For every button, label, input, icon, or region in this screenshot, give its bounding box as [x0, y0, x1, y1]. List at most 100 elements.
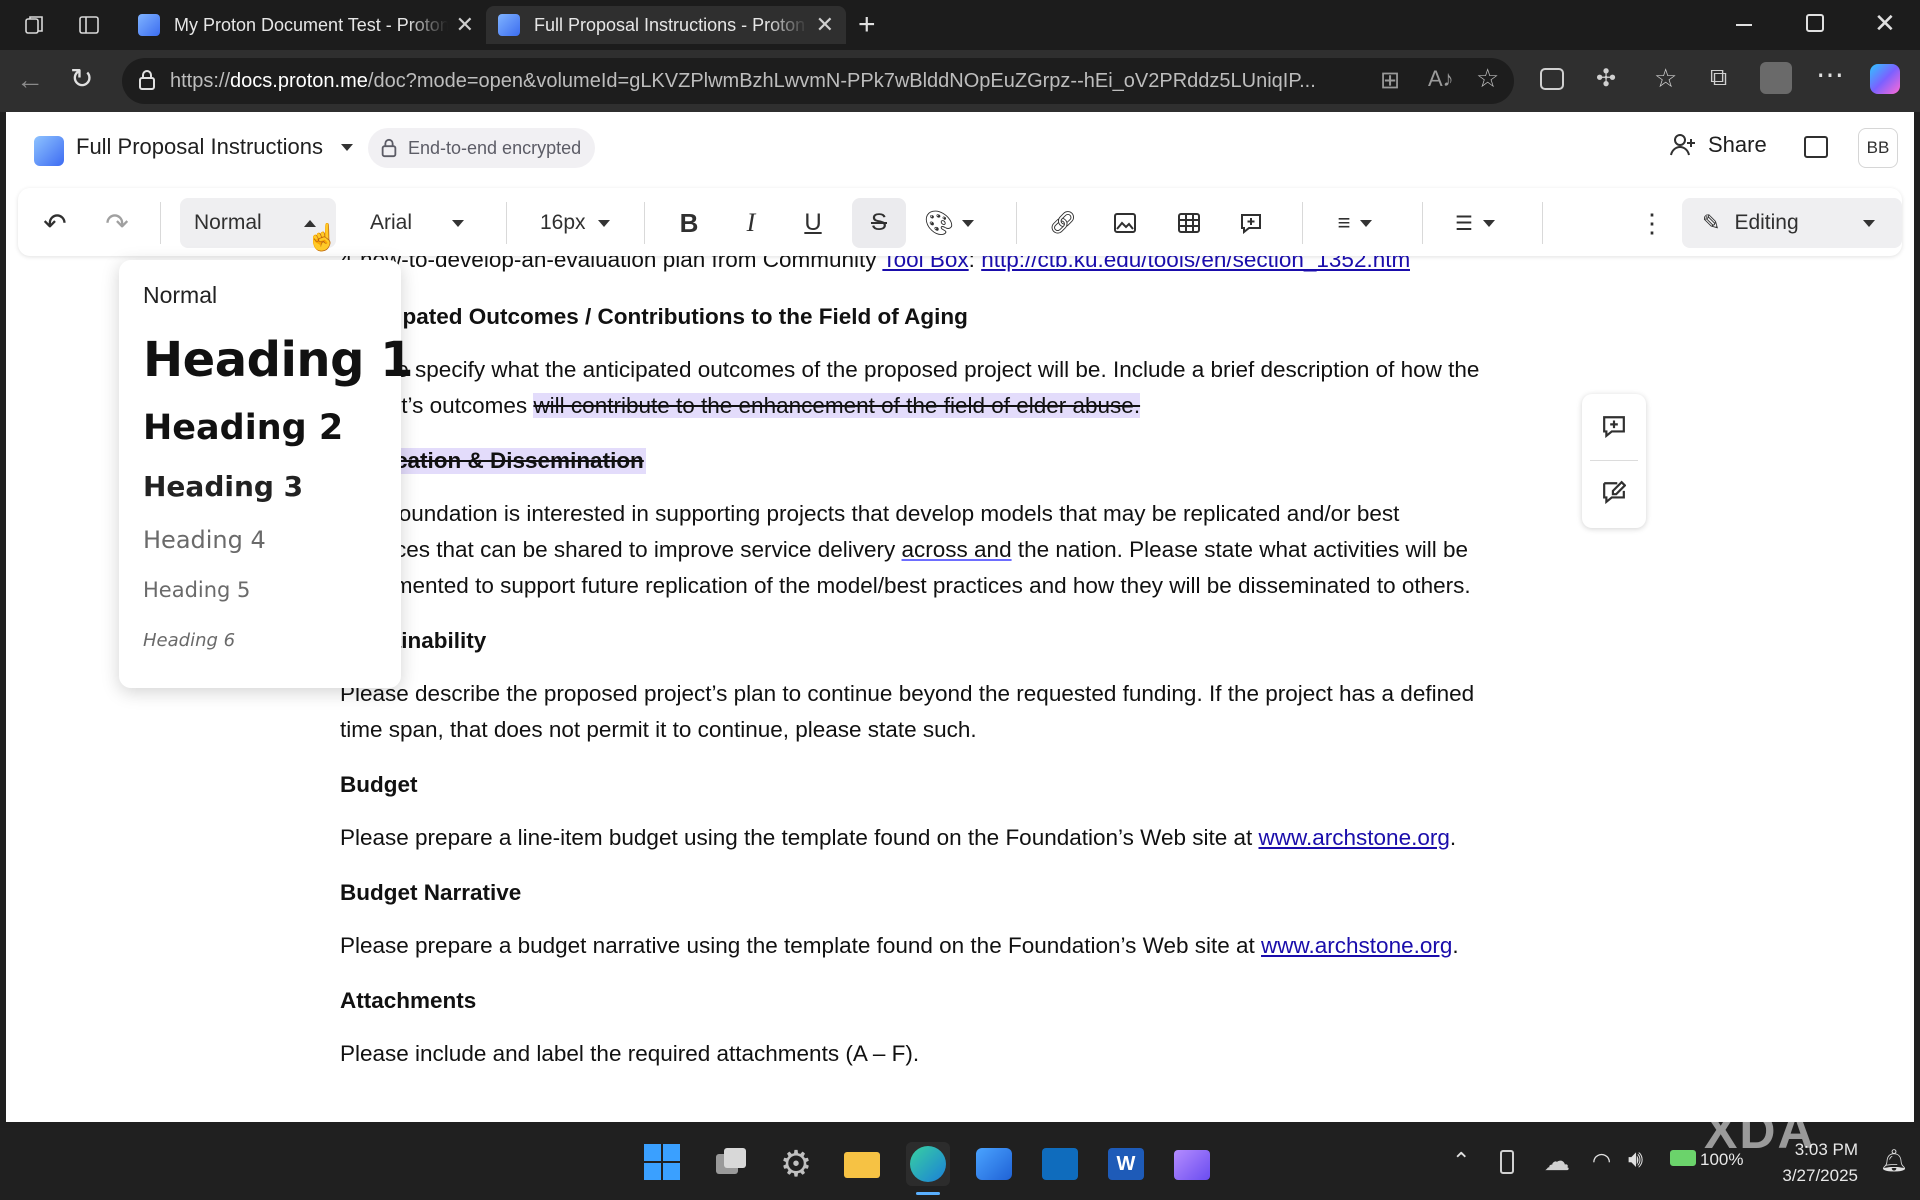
- block-style-value: Normal: [194, 211, 262, 234]
- budget-narrative-paragraph: Please prepare a budget narrative using …: [340, 928, 1459, 964]
- minimize-icon[interactable]: [1736, 12, 1760, 36]
- settings-gear-icon[interactable]: ⚙: [774, 1142, 818, 1186]
- heading-budget: Budget: [340, 772, 418, 797]
- edge-browser-icon[interactable]: [906, 1142, 950, 1195]
- encryption-badge: End-to-end encrypted: [368, 128, 596, 168]
- comments-icon[interactable]: [1804, 136, 1828, 158]
- extensions-icon[interactable]: ✣: [1596, 64, 1616, 93]
- onedrive-cloud-icon[interactable]: ☁: [1544, 1146, 1570, 1177]
- volume-icon[interactable]: 🔊︎: [1628, 1146, 1643, 1174]
- task-view-icon[interactable]: [708, 1142, 752, 1186]
- close-tab-icon[interactable]: ✕: [816, 12, 834, 38]
- checklist-icon: ☰: [1455, 212, 1473, 235]
- url-field[interactable]: https://docs.proton.me/doc?mode=open&vol…: [122, 58, 1514, 104]
- chevron-down-icon: [597, 219, 610, 227]
- notifications-bell-icon[interactable]: 🔔︎: [1880, 1148, 1908, 1174]
- battery-icon[interactable]: [1670, 1150, 1696, 1166]
- style-option-heading-1[interactable]: Heading 1: [143, 332, 414, 388]
- tab-full-proposal-instructions[interactable]: Full Proposal Instructions - Proton ✕: [486, 6, 846, 44]
- new-tab-button[interactable]: +: [858, 8, 876, 42]
- more-options-icon[interactable]: ⋮: [1634, 198, 1670, 248]
- outcomes-paragraph-line-2: project’s outcomes will contribute to th…: [340, 388, 1141, 424]
- proton-docs-favicon-icon: [138, 14, 160, 36]
- italic-button[interactable]: I: [726, 198, 776, 248]
- tab-title: Full Proposal Instructions - Proton: [534, 14, 806, 35]
- list-button[interactable]: ☰: [1444, 198, 1506, 248]
- style-option-heading-6[interactable]: Heading 6: [143, 630, 235, 651]
- document-title-menu[interactable]: Full Proposal Instructions: [76, 134, 353, 160]
- style-option-heading-5[interactable]: Heading 5: [143, 578, 250, 602]
- undo-icon[interactable]: ↶: [32, 198, 78, 248]
- add-comment-icon[interactable]: [1602, 414, 1626, 443]
- avatar[interactable]: BB: [1858, 128, 1898, 168]
- chevron-down-icon: [1360, 219, 1373, 227]
- url-host: docs.proton.me: [230, 69, 368, 92]
- workspaces-icon[interactable]: [22, 12, 48, 38]
- favorites-icon[interactable]: ☆: [1654, 63, 1677, 94]
- font-family-select[interactable]: Arial: [358, 198, 478, 248]
- url-prefix: https://: [170, 69, 231, 92]
- tab-my-proton-document[interactable]: My Proton Document Test - Proton ✕: [126, 6, 486, 44]
- tab-title: My Proton Document Test - Proton: [174, 14, 448, 35]
- reload-icon[interactable]: ↻: [70, 62, 93, 95]
- chevron-up-icon[interactable]: ⌃: [1452, 1148, 1470, 1174]
- suggest-edit-icon[interactable]: [1602, 480, 1627, 509]
- heading-anticipated-outcomes: Anticipated Outcomes / Contributions to …: [340, 304, 968, 329]
- files-app-icon[interactable]: [1170, 1142, 1214, 1186]
- style-option-normal[interactable]: Normal: [143, 282, 217, 309]
- clock-date[interactable]: 3/27/2025: [1766, 1166, 1858, 1186]
- style-option-heading-3[interactable]: Heading 3: [143, 470, 303, 503]
- favorite-star-icon[interactable]: ☆: [1476, 63, 1499, 94]
- archstone-link[interactable]: www.archstone.org: [1259, 825, 1450, 850]
- copilot-icon[interactable]: [1870, 64, 1900, 94]
- outlook-new-icon[interactable]: [972, 1142, 1016, 1186]
- usb-device-icon[interactable]: [1500, 1150, 1514, 1174]
- lock-icon[interactable]: [138, 69, 156, 91]
- app-available-icon[interactable]: ⊞: [1380, 66, 1400, 95]
- tab-actions-icon[interactable]: [76, 12, 102, 38]
- restore-icon[interactable]: [1806, 14, 1824, 32]
- bold-button[interactable]: B: [664, 198, 714, 248]
- xda-watermark: XDA: [1704, 1103, 1816, 1159]
- image-icon[interactable]: [1100, 198, 1150, 248]
- attachments-paragraph: Please include and label the required at…: [340, 1041, 920, 1066]
- file-explorer-icon[interactable]: [840, 1142, 884, 1186]
- encryption-badge-label: End-to-end encrypted: [408, 137, 582, 158]
- back-icon[interactable]: ←: [16, 64, 44, 96]
- close-window-icon[interactable]: ✕: [1874, 8, 1896, 39]
- start-icon[interactable]: [642, 1142, 686, 1186]
- align-left-icon: ≡: [1337, 210, 1351, 235]
- style-option-heading-2[interactable]: Heading 2: [143, 408, 343, 448]
- font-size-select[interactable]: 16px: [528, 198, 618, 248]
- chevron-down-icon: [962, 219, 975, 227]
- redo-icon[interactable]: ↷: [94, 198, 140, 248]
- windows-taskbar: ⚙ W ⌃ ☁ ◠ 🔊︎ 100% 3:03 PM 3/27/2025 🔔︎ X…: [0, 1103, 1920, 1200]
- archstone-link[interactable]: www.archstone.org: [1261, 933, 1452, 958]
- pencil-icon: ✎: [1702, 210, 1721, 235]
- editing-mode-select[interactable]: ✎ Editing: [1682, 198, 1902, 248]
- close-tab-icon[interactable]: ✕: [456, 12, 474, 38]
- share-button[interactable]: Share: [1670, 132, 1767, 158]
- style-option-heading-4[interactable]: Heading 4: [143, 526, 266, 554]
- link-icon[interactable]: 🔗︎: [1038, 198, 1088, 248]
- underline-button[interactable]: U: [788, 198, 838, 248]
- read-aloud-icon[interactable]: A♪: [1428, 66, 1454, 92]
- alignment-button[interactable]: ≡: [1324, 198, 1386, 248]
- font-size-value: 16px: [540, 211, 586, 234]
- text-color-button[interactable]: 🎨︎: [918, 198, 980, 248]
- replication-paragraph-line-3: implemented to support future replicatio…: [340, 573, 1471, 598]
- outlook-icon[interactable]: [1038, 1142, 1082, 1186]
- paragraph-text: Please prepare a line-item budget using …: [340, 825, 1259, 850]
- strikethrough-button[interactable]: S: [852, 198, 906, 248]
- url-path: /doc?mode=open&volumeId=gLKVZPlwmBzhLwvm…: [367, 69, 1316, 92]
- struck-text: will contribute to the enhancement of th…: [533, 393, 1141, 418]
- word-icon[interactable]: W: [1104, 1142, 1148, 1186]
- pocket-icon[interactable]: [1540, 68, 1564, 90]
- more-menu-icon[interactable]: ⋯: [1816, 58, 1844, 91]
- collections-icon[interactable]: ⧉: [1710, 64, 1727, 92]
- wifi-icon[interactable]: ◠: [1592, 1148, 1611, 1174]
- budget-paragraph: Please prepare a line-item budget using …: [340, 820, 1456, 856]
- add-comment-icon[interactable]: [1226, 198, 1276, 248]
- table-icon[interactable]: [1164, 198, 1214, 248]
- profile-icon[interactable]: [1760, 62, 1792, 94]
